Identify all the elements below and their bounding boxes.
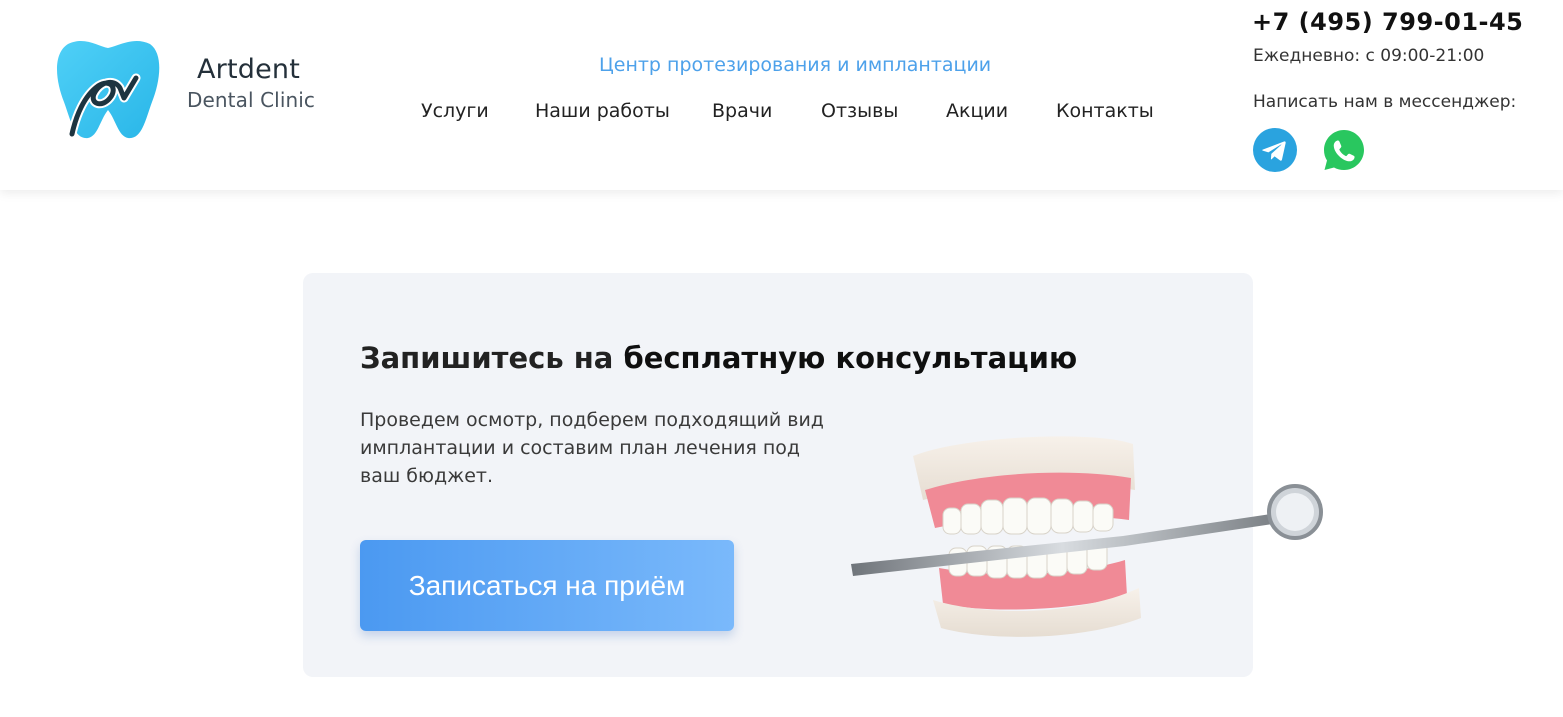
nav-item-doctors[interactable]: Врачи [712,100,772,122]
consultation-heading: Запишитесь на бесплатную консультацию [360,341,1077,375]
nav-item-reviews[interactable]: Отзывы [821,100,898,122]
clinic-tagline: Центр протезирования и имплантации [599,54,992,76]
nav-item-services[interactable]: Услуги [421,100,489,122]
logo-name: Artdent [197,54,301,85]
site-header: Artdent Dental Clinic Центр протезирован… [0,0,1563,190]
nav-item-promotions[interactable]: Акции [946,100,1008,122]
whatsapp-icon[interactable] [1322,128,1366,172]
messenger-label: Написать нам в мессенджер: [1253,92,1517,112]
book-appointment-button[interactable]: Записаться на приём [360,540,734,631]
clinic-logo[interactable]: Artdent Dental Clinic [54,38,324,143]
consultation-description: Проведем осмотр, подберем подходящий вид… [360,409,824,487]
heading-bold-part: бесплатную консультацию [623,341,1078,375]
tooth-logo-icon [57,40,160,139]
telegram-icon[interactable] [1253,128,1297,172]
heading-regular-part: Запишитесь на [360,341,624,375]
nav-item-our-works[interactable]: Наши работы [535,100,670,122]
nav-item-contacts[interactable]: Контакты [1056,100,1154,122]
working-hours: Ежедневно: с 09:00-21:00 [1253,46,1485,66]
free-consultation-card: Запишитесь на бесплатную консультацию Пр… [303,273,1323,677]
dental-model-image [851,436,1323,637]
phone-link[interactable]: +7 (495) 799-01-45 [1252,8,1523,36]
